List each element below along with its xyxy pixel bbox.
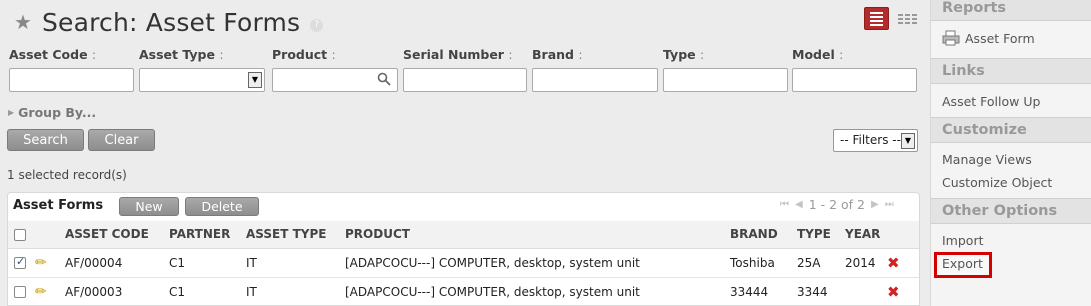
new-button[interactable]: New	[119, 197, 179, 216]
column-header[interactable]: ASSET CODE	[65, 221, 169, 249]
cell-asset-code: AF/00003	[65, 277, 169, 306]
table-row[interactable]: ✏ AF/00003 C1 IT [ADAPCOCU---] COMPUTER,…	[8, 277, 919, 306]
next-page-icon[interactable]: ▶	[871, 199, 879, 210]
product-label: Product :	[272, 47, 336, 62]
printer-icon	[942, 30, 960, 46]
delete-row-icon[interactable]: ✖	[887, 254, 900, 272]
cell-year: 2014	[845, 248, 887, 278]
cell-product: [ADAPCOCU---] COMPUTER, desktop, system …	[345, 248, 730, 278]
sidebar-header-other-options: Other Options	[931, 198, 1091, 224]
row-checkbox[interactable]	[14, 286, 26, 298]
group-by-toggle[interactable]: ▶ Group By...	[8, 105, 96, 120]
column-header[interactable]: TYPE	[797, 221, 845, 249]
sidebar-item-manage-views[interactable]: Manage Views	[942, 152, 1032, 167]
asset-code-label: Asset Code :	[9, 47, 97, 62]
selected-count: 1 selected record(s)	[7, 168, 127, 182]
title-row: ★ Search: Asset Forms ?	[14, 4, 324, 40]
edit-pencil-icon[interactable]: ✏	[35, 255, 47, 271]
sidebar-header-customize: Customize	[931, 117, 1091, 143]
column-header[interactable]: YEAR	[845, 221, 887, 249]
first-page-icon[interactable]: ⏮	[780, 199, 789, 210]
cell-asset-type: IT	[246, 277, 345, 306]
column-header[interactable]: BRAND	[730, 221, 797, 249]
brand-input[interactable]	[532, 68, 658, 92]
column-header[interactable]: PARTNER	[169, 221, 246, 249]
product-input[interactable]	[272, 68, 398, 92]
filters-value: -- Filters --	[840, 133, 901, 147]
cell-asset-type: IT	[246, 248, 345, 278]
delete-button[interactable]: Delete	[185, 197, 259, 216]
sidebar-item-label: Asset Form	[965, 30, 1035, 46]
cell-year	[845, 277, 887, 306]
cell-partner: C1	[169, 248, 246, 278]
column-header[interactable]: ASSET TYPE	[246, 221, 345, 249]
results-panel: Asset Forms New Delete ⏮ ◀ 1 - 2 of 2 ▶ …	[7, 192, 920, 306]
list-view-icon[interactable]	[864, 7, 889, 30]
sidebar-item-asset-follow-up[interactable]: Asset Follow Up	[942, 94, 1040, 109]
last-page-icon[interactable]: ⏭	[885, 199, 894, 210]
search-icon[interactable]	[377, 72, 391, 86]
edit-pencil-icon[interactable]: ✏	[35, 284, 47, 300]
pager: ⏮ ◀ 1 - 2 of 2 ▶ ⏭	[780, 197, 894, 212]
prev-page-icon[interactable]: ◀	[795, 199, 803, 210]
cell-partner: C1	[169, 277, 246, 306]
serial-number-label: Serial Number :	[403, 47, 513, 62]
cell-product: [ADAPCOCU---] COMPUTER, desktop, system …	[345, 277, 730, 306]
asset-code-input[interactable]	[9, 68, 134, 92]
sidebar-item-customize-object[interactable]: Customize Object	[942, 175, 1052, 190]
asset-type-select[interactable]: ▼	[139, 68, 265, 92]
list-title: Asset Forms	[13, 198, 104, 213]
type-label: Type :	[663, 47, 705, 62]
sidebar-item-asset-form[interactable]: Asset Form	[942, 30, 1035, 46]
pager-range: 1 - 2 of 2	[808, 197, 866, 212]
column-header[interactable]: PRODUCT	[345, 221, 730, 249]
chevron-down-icon[interactable]: ▼	[901, 133, 915, 149]
filters-select[interactable]: -- Filters -- ▼	[833, 129, 918, 152]
form-view-icon[interactable]	[895, 7, 919, 30]
caret-right-icon: ▶	[8, 108, 15, 117]
chevron-down-icon[interactable]: ▼	[248, 72, 262, 88]
select-all-checkbox[interactable]	[14, 228, 26, 241]
cell-brand: Toshiba	[730, 248, 797, 278]
serial-number-input[interactable]	[403, 68, 527, 92]
star-icon[interactable]: ★	[14, 10, 32, 34]
brand-label: Brand :	[532, 47, 583, 62]
cell-brand: 33444	[730, 277, 797, 306]
model-input[interactable]	[792, 68, 917, 92]
sidebar-header-reports: Reports	[931, 0, 1091, 21]
type-input[interactable]	[663, 68, 788, 92]
table-header-row: ASSET CODE PARTNER ASSET TYPE PRODUCT BR…	[8, 221, 919, 249]
table-row[interactable]: ✏ AF/00004 C1 IT [ADAPCOCU---] COMPUTER,…	[8, 248, 919, 278]
sidebar-item-export[interactable]: Export	[942, 256, 983, 271]
sidebar-header-links: Links	[931, 58, 1091, 84]
page-title: Search: Asset Forms	[41, 7, 301, 37]
row-checkbox[interactable]	[14, 255, 26, 269]
asset-type-label: Asset Type :	[139, 47, 224, 62]
sidebar-item-import[interactable]: Import	[942, 233, 984, 248]
clear-button[interactable]: Clear	[88, 129, 155, 151]
cell-type: 25A	[797, 248, 845, 278]
model-label: Model :	[792, 47, 844, 62]
delete-row-icon[interactable]: ✖	[887, 283, 900, 301]
search-button[interactable]: Search	[7, 129, 84, 151]
cell-type: 3344	[797, 277, 845, 306]
cell-asset-code: AF/00004	[65, 248, 169, 278]
results-table: ASSET CODE PARTNER ASSET TYPE PRODUCT BR…	[8, 221, 919, 306]
help-icon[interactable]: ?	[310, 18, 324, 32]
main-content: ★ Search: Asset Forms ? Asset Code : Ass…	[0, 0, 927, 306]
